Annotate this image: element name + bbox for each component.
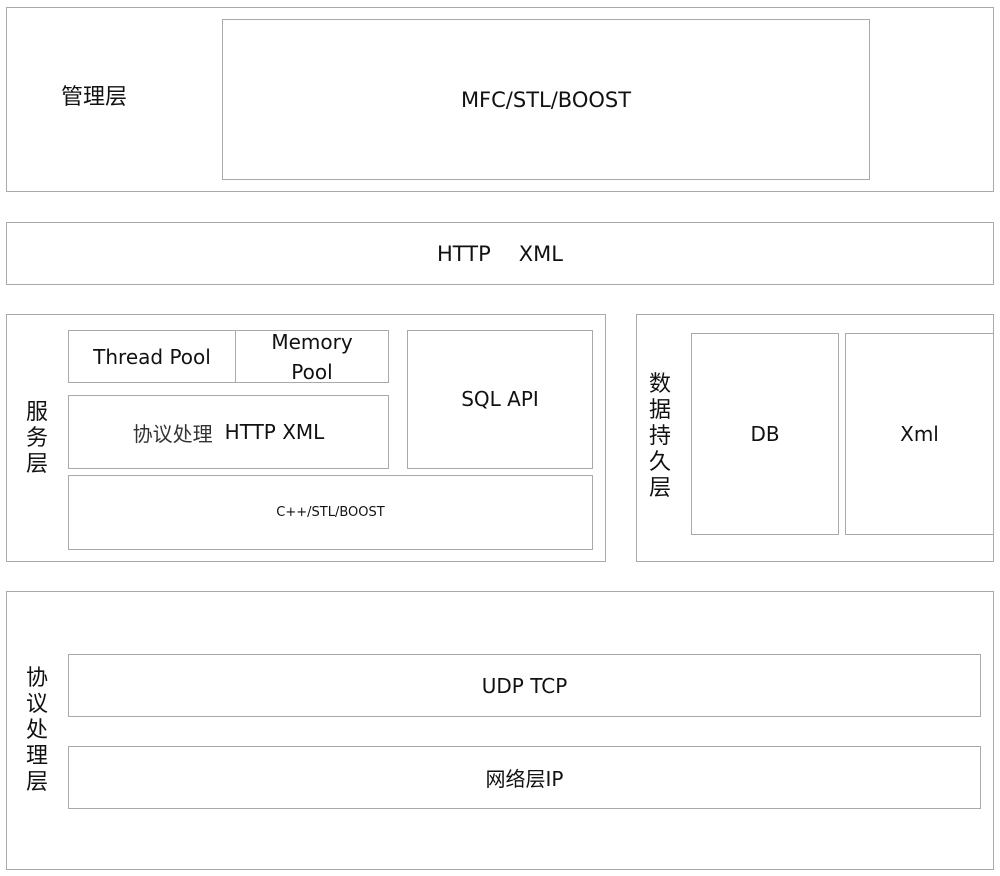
- sql-api-box: SQL API: [407, 330, 593, 469]
- thread-pool-box: Thread Pool: [68, 330, 236, 383]
- http-label: HTTP: [437, 241, 491, 266]
- protocol-layer-label: 协议处理层: [25, 666, 48, 795]
- cpp-stl-boost-box: C++/STL/BOOST: [68, 475, 593, 550]
- protocol-processing-cn: 协议处理: [132, 421, 213, 446]
- memory-pool-line1: Memory: [271, 329, 353, 354]
- memory-pool-line2: Pool: [291, 359, 333, 384]
- service-layer-label: 服务层: [25, 400, 48, 477]
- protocol-processing-en: HTTP XML: [224, 420, 325, 444]
- mfc-stl-boost-box: MFC/STL/BOOST: [222, 19, 870, 180]
- sql-api-label: SQL API: [461, 387, 539, 411]
- protocol-processing-layer: [6, 591, 994, 870]
- xml-label: XML: [518, 241, 563, 266]
- network-ip-box: 网络层IP: [68, 746, 981, 809]
- persistence-layer-label: 数据持久层: [648, 372, 671, 501]
- xml-box: Xml: [845, 333, 994, 535]
- memory-pool-box: Memory Pool: [235, 329, 389, 384]
- protocol-processing-box: 协议处理 HTTP XML: [68, 395, 389, 469]
- udp-tcp-box: UDP TCP: [68, 654, 981, 717]
- management-layer-label: 管理层: [61, 85, 128, 110]
- http-xml-bar: HTTP XML: [6, 222, 994, 285]
- db-box: DB: [691, 333, 839, 535]
